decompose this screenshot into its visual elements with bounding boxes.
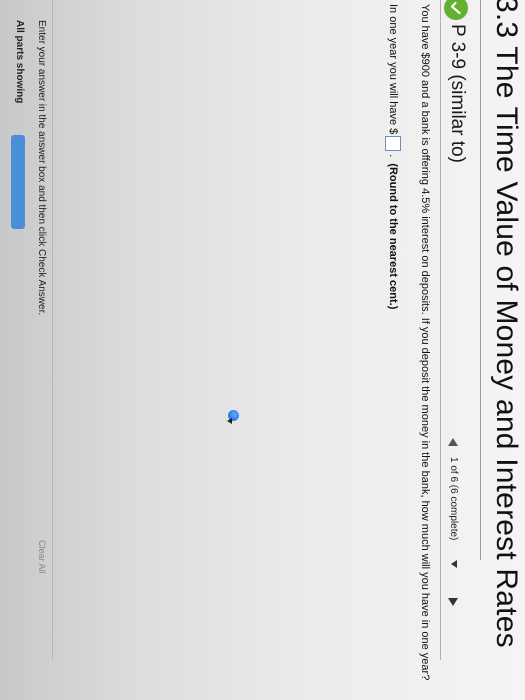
answer-suffix: . bbox=[387, 154, 399, 158]
checkmark-icon bbox=[450, 1, 461, 15]
parts-showing-label: All parts showing bbox=[14, 20, 25, 104]
clear-all-button[interactable]: Clear All bbox=[37, 540, 47, 574]
problem-id: P 3-9 (similar to) bbox=[447, 24, 468, 164]
question-divider bbox=[440, 0, 441, 660]
title-divider bbox=[480, 0, 481, 560]
chevron-down-icon[interactable] bbox=[451, 560, 457, 568]
homework-page: 3.3 The Time Value of Money and Interest… bbox=[0, 0, 525, 700]
previous-question-icon[interactable] bbox=[448, 438, 458, 446]
check-icon bbox=[444, 0, 468, 20]
pointer-arrow-icon bbox=[227, 418, 232, 424]
section-title: 3.3 The Time Value of Money and Interest… bbox=[490, 0, 523, 648]
answer-input[interactable] bbox=[385, 136, 401, 152]
instruction-text: Enter your answer in the answer box and … bbox=[36, 20, 47, 316]
parts-progress-bar[interactable] bbox=[11, 135, 25, 229]
answer-prefix: In one year you will have $ bbox=[387, 4, 399, 135]
question-progress[interactable]: 1 of 6 (6 complete) bbox=[448, 457, 459, 540]
rounding-note: (Round to the nearest cent.) bbox=[387, 163, 399, 310]
next-question-icon[interactable] bbox=[448, 598, 458, 606]
question-text: You have $900 and a bank is offering 4.5… bbox=[419, 4, 431, 681]
footer-divider bbox=[52, 0, 53, 660]
answer-line: In one year you will have $ . (Round to … bbox=[385, 4, 401, 309]
